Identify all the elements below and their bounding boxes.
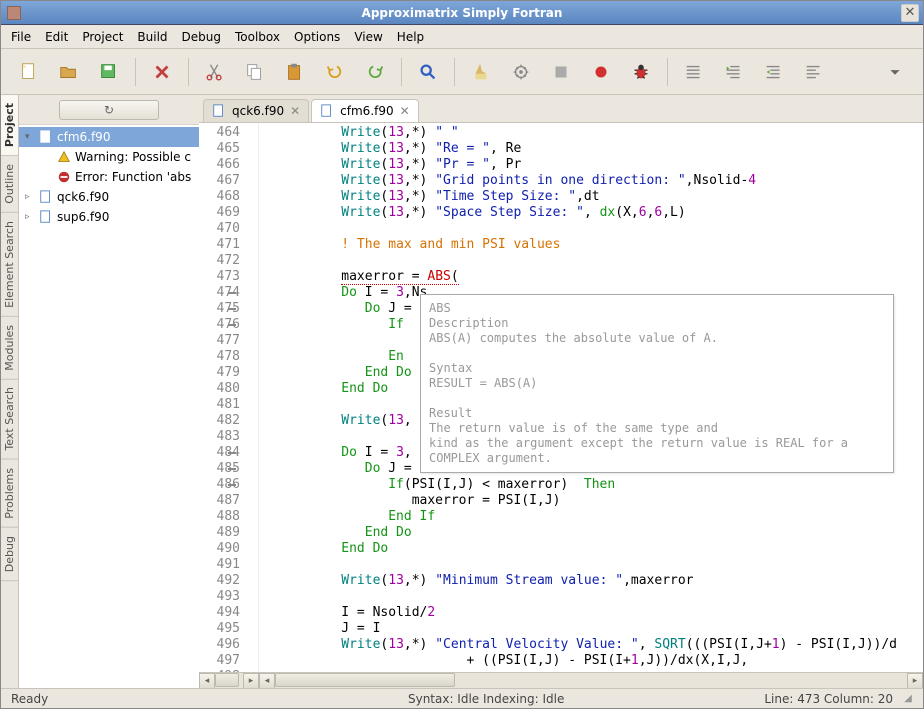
cut-button[interactable]: [201, 58, 229, 86]
editor-tab[interactable]: cfm6.f90 ✕: [311, 99, 419, 122]
tree-item[interactable]: ▾cfm6.f90: [19, 127, 199, 147]
tree-item-label: sup6.f90: [57, 210, 109, 224]
editor-tabs: qck6.f90 ✕ cfm6.f90 ✕: [199, 95, 923, 123]
menu-project[interactable]: Project: [82, 30, 123, 44]
tooltip-title: ABS: [429, 301, 885, 316]
refresh-button[interactable]: ↻: [59, 100, 159, 120]
code-tooltip: ABS Description ABS(A) computes the abso…: [420, 294, 894, 473]
window-title: Approximatrix Simply Fortran: [362, 6, 563, 20]
menu-options[interactable]: Options: [294, 30, 340, 44]
paste-button[interactable]: [281, 58, 309, 86]
menu-debug[interactable]: Debug: [182, 30, 221, 44]
vtab-debug[interactable]: Debug: [1, 528, 18, 581]
redo-button[interactable]: [361, 58, 389, 86]
resize-handle[interactable]: ◢: [903, 693, 913, 704]
status-syntax: Syntax: Idle Indexing: Idle: [408, 692, 564, 706]
outdent-button[interactable]: [720, 58, 748, 86]
vertical-tabs: ProjectOutlineElement SearchModulesText …: [1, 95, 19, 688]
menubar: File Edit Project Build Debug Toolbox Options V…: [1, 25, 923, 49]
tree-item[interactable]: ▹sup6.f90: [19, 207, 199, 227]
record-button[interactable]: [587, 58, 615, 86]
menu-build[interactable]: Build: [137, 30, 167, 44]
delete-button[interactable]: [148, 58, 176, 86]
new-file-button[interactable]: [15, 58, 43, 86]
tooltip-syntax-heading: Syntax: [429, 361, 885, 376]
editor-h-scrollbar[interactable]: ◂▸: [259, 672, 923, 688]
tree-item-label: qck6.f90: [57, 190, 109, 204]
tooltip-result-heading: Result: [429, 406, 885, 421]
vtab-project[interactable]: Project: [1, 95, 18, 156]
tab-close-icon[interactable]: ✕: [290, 104, 300, 118]
tree-item-label: Error: Function 'abs: [75, 170, 191, 184]
tab-label: cfm6.f90: [340, 104, 393, 118]
open-button[interactable]: [55, 58, 83, 86]
editor-tab[interactable]: qck6.f90 ✕: [203, 99, 309, 122]
file-icon: [212, 104, 226, 118]
indent-left-button[interactable]: [680, 58, 708, 86]
tree-item-label: cfm6.f90: [57, 130, 110, 144]
tree-item-label: Warning: Possible c: [75, 150, 191, 164]
menu-view[interactable]: View: [354, 30, 382, 44]
undo-button[interactable]: [321, 58, 349, 86]
status-ready: Ready: [11, 692, 48, 706]
tree-item[interactable]: ▹qck6.f90: [19, 187, 199, 207]
tab-label: qck6.f90: [232, 104, 284, 118]
save-button[interactable]: [95, 58, 123, 86]
line-gutter: 4644654664674684694704714724734744754764…: [199, 123, 259, 672]
indent-button[interactable]: [760, 58, 788, 86]
menu-file[interactable]: File: [11, 30, 31, 44]
vtab-outline[interactable]: Outline: [1, 156, 18, 213]
tooltip-syntax: RESULT = ABS(A): [429, 376, 885, 391]
tooltip-desc-heading: Description: [429, 316, 885, 331]
project-tree[interactable]: ▾cfm6.f90 Warning: Possible c Error: Funct…: [19, 125, 199, 688]
sidebar-toolbar: ↻: [19, 95, 199, 125]
debug-button[interactable]: [627, 58, 655, 86]
sidebar: ↻ ▾cfm6.f90 Warning: Possible c Error: Fun…: [19, 95, 199, 688]
build-button[interactable]: [507, 58, 535, 86]
tree-item[interactable]: Warning: Possible c: [19, 147, 199, 167]
toolbar: [1, 49, 923, 95]
statusbar: Ready Syntax: Idle Indexing: Idle Line: …: [1, 688, 923, 708]
titlebar[interactable]: Approximatrix Simply Fortran ✕: [1, 1, 923, 25]
tab-close-icon[interactable]: ✕: [400, 104, 410, 118]
menu-dropdown-button[interactable]: [881, 58, 909, 86]
tree-item[interactable]: Error: Function 'abs: [19, 167, 199, 187]
clean-button[interactable]: [467, 58, 495, 86]
stop-button[interactable]: [547, 58, 575, 86]
menu-edit[interactable]: Edit: [45, 30, 68, 44]
vtab-modules[interactable]: Modules: [1, 317, 18, 380]
menu-help[interactable]: Help: [397, 30, 424, 44]
vtab-element-search[interactable]: Element Search: [1, 213, 18, 317]
status-position: Line: 473 Column: 20: [764, 692, 893, 706]
search-button[interactable]: [414, 58, 442, 86]
gutter-scrollbar[interactable]: ◂▸: [199, 672, 259, 688]
window-close-button[interactable]: ✕: [901, 4, 919, 22]
vtab-text-search[interactable]: Text Search: [1, 379, 18, 460]
menu-toolbox[interactable]: Toolbox: [235, 30, 280, 44]
tooltip-desc: ABS(A) computes the absolute value of A.: [429, 331, 885, 346]
tooltip-result: The return value is of the same type and…: [429, 421, 885, 466]
app-icon: [7, 6, 21, 20]
file-icon: [320, 104, 334, 118]
vtab-problems[interactable]: Problems: [1, 460, 18, 528]
copy-button[interactable]: [241, 58, 269, 86]
format-button[interactable]: [800, 58, 828, 86]
